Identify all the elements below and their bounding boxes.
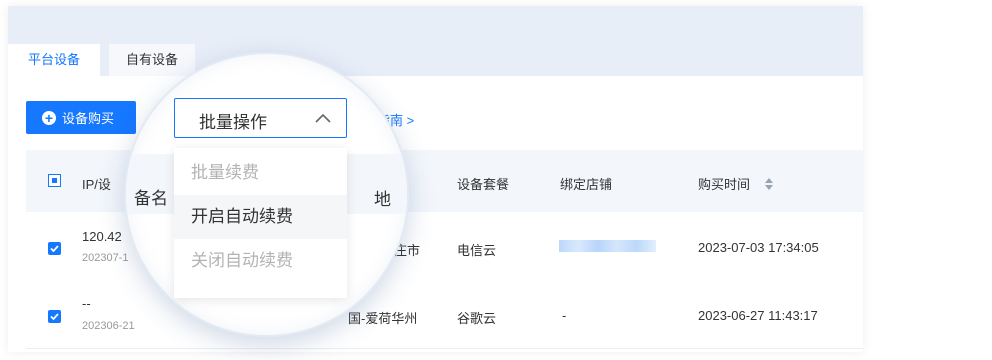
menu-item-disable-auto-renew[interactable]: 关闭自动续费 xyxy=(174,239,347,283)
check-icon xyxy=(50,313,59,321)
tab-platform-devices[interactable]: 平台设备 xyxy=(8,44,100,76)
magnifier-lens: 备名 地 批量操作 批量续费 开启自动续费 关闭自动续费 xyxy=(124,52,409,337)
row-ip: 120.42 xyxy=(82,229,122,244)
check-icon xyxy=(50,245,59,253)
menu-item-enable-auto-renew[interactable]: 开启自动续费 xyxy=(174,195,347,239)
plus-circle-icon: + xyxy=(42,110,56,125)
row-ip: -- xyxy=(82,296,91,311)
device-buy-button[interactable]: + 设备购买 xyxy=(26,101,136,134)
header-remark: 备名 xyxy=(134,189,168,208)
batch-operation-label: 批量操作 xyxy=(199,113,267,132)
header-ip: IP/设 xyxy=(82,177,111,192)
device-buy-label: 设备购买 xyxy=(62,111,115,126)
row-buy-time: 2023-06-27 11:43:17 xyxy=(698,308,818,323)
row-package: 电信云 xyxy=(457,243,497,258)
store-redacted xyxy=(559,240,656,252)
row-buy-time: 2023-07-03 17:34:05 xyxy=(698,240,819,255)
header-store: 绑定店铺 xyxy=(560,177,613,192)
batch-operation-menu: 批量续费 开启自动续费 关闭自动续费 xyxy=(174,148,347,298)
menu-item-batch-renew[interactable]: 批量续费 xyxy=(174,151,347,195)
row-checkbox[interactable] xyxy=(48,310,61,323)
chevron-up-icon xyxy=(315,113,331,123)
batch-operation-dropdown[interactable]: 批量操作 xyxy=(174,98,347,138)
header-package: 设备套餐 xyxy=(457,177,510,192)
sort-icon[interactable] xyxy=(765,178,773,190)
row-id: 202307-1 xyxy=(82,252,129,264)
row-store: - xyxy=(562,308,567,323)
button-corner-icon xyxy=(126,123,138,135)
header-location: 地 xyxy=(374,190,391,209)
header-buy-time[interactable]: 购买时间 xyxy=(698,174,750,193)
row-package: 谷歌云 xyxy=(457,311,497,326)
row-checkbox[interactable] xyxy=(48,242,61,255)
select-all-checkbox[interactable] xyxy=(48,174,61,187)
